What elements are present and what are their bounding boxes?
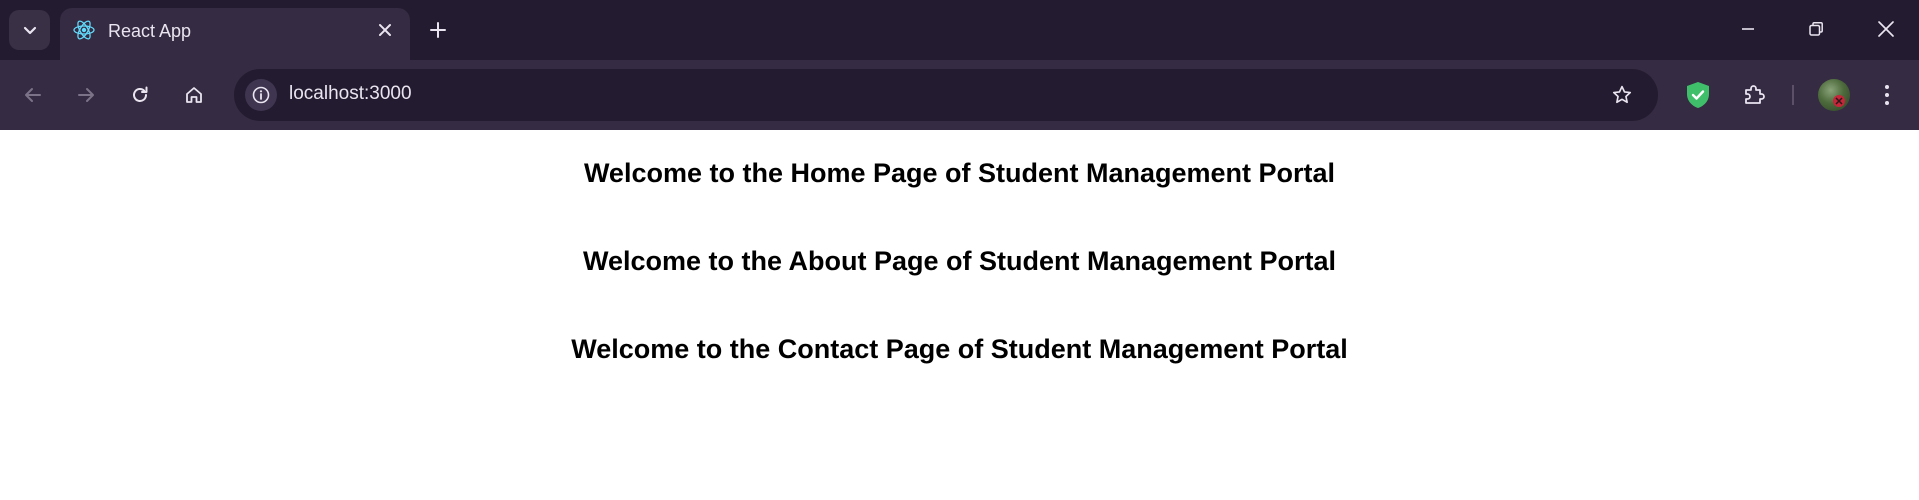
restore-icon: [1809, 22, 1823, 36]
restore-button[interactable]: [1794, 10, 1838, 48]
reload-button[interactable]: [120, 75, 160, 115]
url-text[interactable]: localhost:3000: [289, 83, 412, 105]
shield-extension-button[interactable]: [1678, 75, 1718, 115]
close-window-button[interactable]: [1864, 10, 1908, 48]
arrow-right-icon: [78, 88, 94, 102]
about-heading: Welcome to the About Page of Student Man…: [582, 246, 1337, 276]
home-icon: [186, 87, 202, 103]
reload-icon: [133, 86, 148, 102]
minimize-icon: [1742, 28, 1754, 30]
shield-icon: [1687, 82, 1709, 108]
tab-search-button[interactable]: [9, 10, 50, 50]
star-icon: [1612, 85, 1632, 104]
arrow-left-icon: [25, 88, 41, 102]
tab-strip: React App: [0, 0, 1919, 60]
toolbar-divider: [1792, 85, 1794, 105]
profile-badge-icon: [1833, 95, 1845, 107]
new-tab-button[interactable]: [422, 14, 454, 46]
page-content: Welcome to the Home Page of Student Mana…: [0, 130, 1919, 500]
contact-heading: Welcome to the Contact Page of Student M…: [571, 334, 1348, 364]
back-button[interactable]: [13, 75, 53, 115]
more-vertical-icon: [1885, 85, 1889, 105]
plus-icon: [430, 22, 446, 38]
minimize-button[interactable]: [1726, 10, 1770, 48]
close-icon: [1878, 21, 1894, 37]
bookmark-button[interactable]: [1608, 81, 1636, 109]
puzzle-icon: [1745, 85, 1765, 104]
react-icon: [73, 20, 95, 40]
home-heading: Welcome to the Home Page of Student Mana…: [583, 158, 1336, 188]
site-info-button[interactable]: [245, 79, 277, 111]
extensions-button[interactable]: [1734, 75, 1774, 115]
browser-menu-button[interactable]: [1869, 75, 1905, 115]
tab-active[interactable]: React App: [60, 8, 410, 60]
home-button[interactable]: [174, 75, 214, 115]
profile-avatar[interactable]: [1818, 79, 1850, 111]
info-icon: [252, 86, 270, 104]
tab-title: React App: [108, 21, 192, 41]
forward-button[interactable]: [66, 75, 106, 115]
address-bar[interactable]: localhost:3000: [234, 69, 1658, 121]
browser-toolbar: localhost:3000: [0, 60, 1919, 130]
chevron-down-icon: [23, 26, 36, 35]
tab-close-button[interactable]: [374, 19, 396, 41]
close-icon: [379, 24, 391, 36]
